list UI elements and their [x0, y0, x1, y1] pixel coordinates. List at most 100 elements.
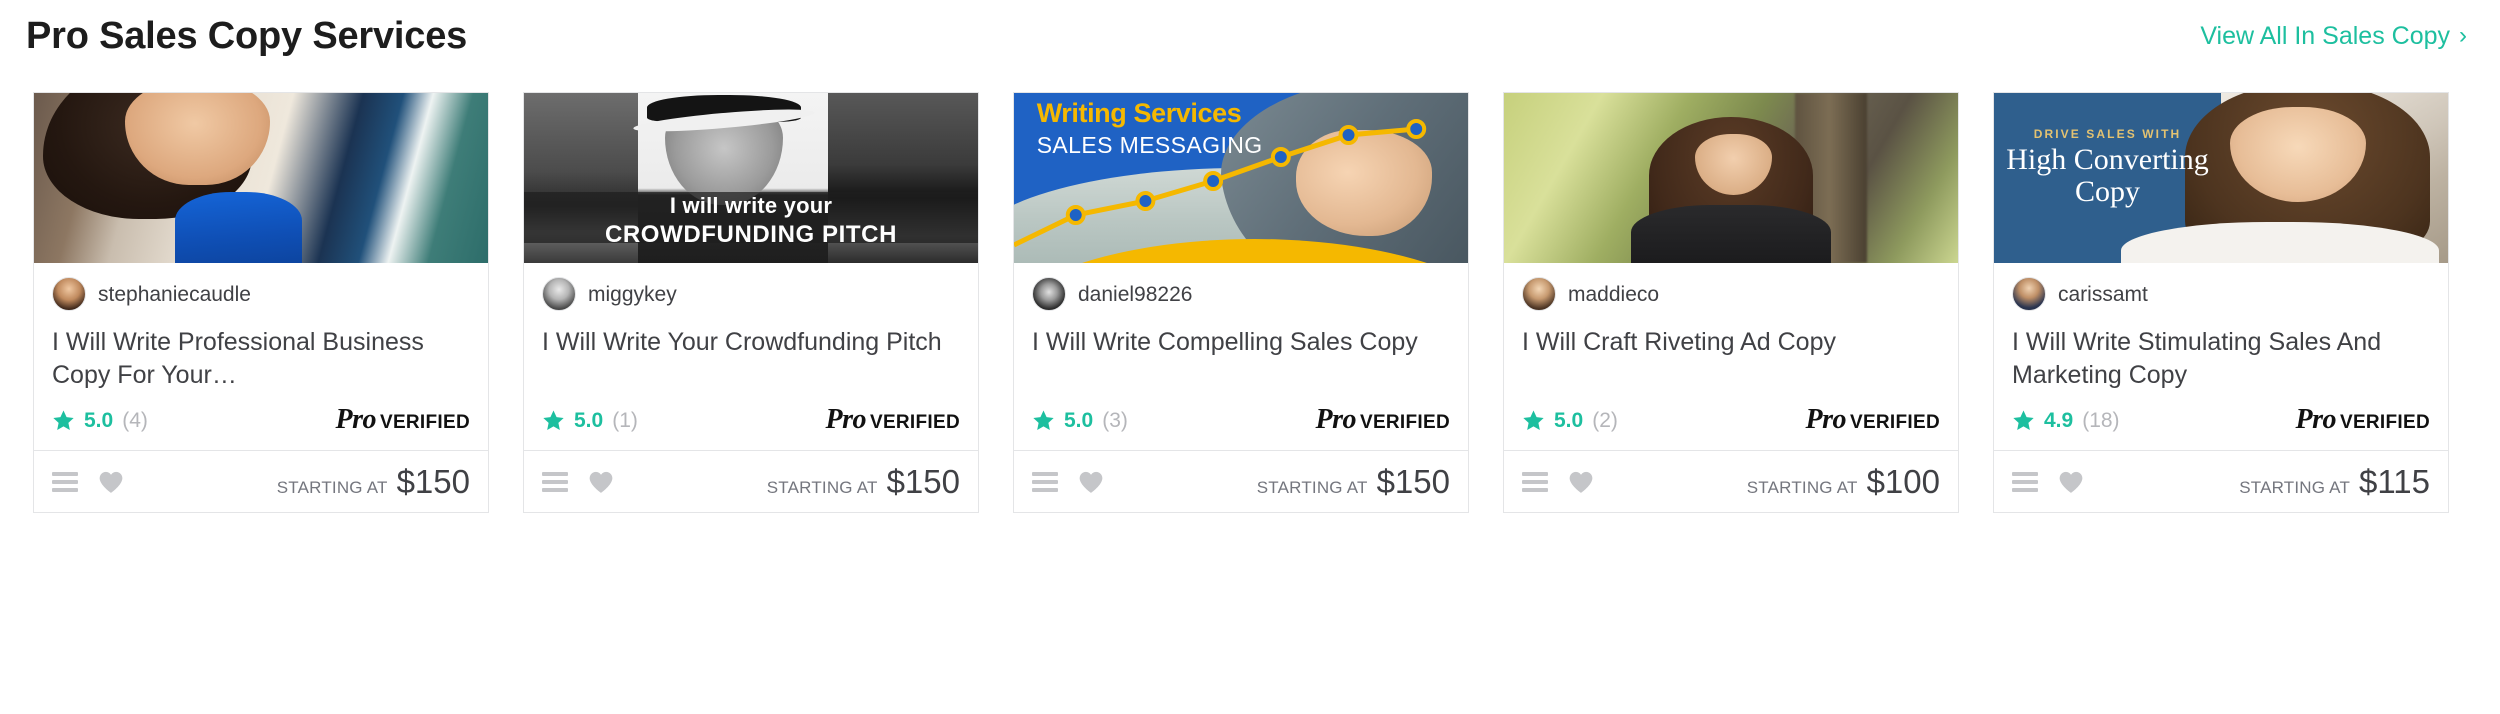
gig-card-footer: STARTING AT $150 [34, 450, 488, 512]
seller-name: maddieco [1568, 282, 1660, 306]
price-group: STARTING AT $115 [2239, 465, 2430, 498]
gig-title[interactable]: I Will Write Your Crowdfunding Pitch [542, 326, 960, 392]
pro-label: Pro [2295, 404, 2336, 435]
pro-label: Pro [825, 404, 866, 435]
cover-caption-line-1: I will write your [669, 193, 833, 219]
gig-card-body: maddieco I Will Craft Riveting Ad Copy 5… [1504, 263, 1958, 450]
cover-art-shape [1631, 205, 1831, 263]
pro-label: Pro [1805, 404, 1846, 435]
heart-icon[interactable] [588, 470, 614, 494]
seller-row[interactable]: miggykey [542, 277, 960, 311]
starting-at-label: STARTING AT [766, 478, 878, 497]
price-amount: $150 [396, 463, 470, 500]
starting-at-label: STARTING AT [2239, 478, 2351, 497]
seller-name: miggykey [588, 282, 677, 306]
rating-score: 4.9 [2044, 408, 2074, 432]
gig-title[interactable]: I Will Write Compelling Sales Copy [1032, 326, 1450, 392]
gig-card[interactable]: Writing Services SALES MESSAGING daniel9… [1013, 92, 1469, 513]
starting-at-label: STARTING AT [276, 478, 388, 497]
rating-group: 5.0 (2) [1522, 409, 1618, 432]
gig-card-body: stephaniecaudle I Will Write Professiona… [34, 263, 488, 450]
cover-caption-line-1: DRIVE SALES WITH [2033, 127, 2182, 141]
gig-title[interactable]: I Will Craft Riveting Ad Copy [1522, 326, 1940, 392]
seller-row[interactable]: daniel98226 [1032, 277, 1450, 311]
pro-label: Pro [1315, 404, 1356, 435]
heart-icon[interactable] [1568, 470, 1594, 494]
gig-title[interactable]: I Will Write Stimulating Sales And Marke… [2012, 326, 2430, 392]
gig-card[interactable]: stephaniecaudle I Will Write Professiona… [33, 92, 489, 513]
starting-at-label: STARTING AT [1256, 478, 1368, 497]
footer-actions [1522, 470, 1594, 494]
section-header: Pro Sales Copy Services View All In Sale… [0, 0, 2500, 72]
price-amount: $150 [886, 463, 960, 500]
footer-actions [2012, 470, 2084, 494]
gig-meta-row: 5.0 (1) Pro VERIFIED [542, 406, 960, 450]
collect-icon[interactable] [52, 471, 78, 492]
page-title: Pro Sales Copy Services [26, 15, 468, 57]
heart-icon[interactable] [98, 470, 124, 494]
seller-name: carissamt [2058, 282, 2148, 306]
star-icon [2013, 410, 2034, 430]
pro-services-carousel: Pro Sales Copy Services View All In Sale… [0, 0, 2500, 714]
gig-cover-image[interactable] [1504, 93, 1958, 263]
verified-label: VERIFIED [2339, 412, 2430, 433]
gig-card-footer: STARTING AT $100 [1504, 450, 1958, 512]
cover-caption-line-2: High Converting Copy [2006, 143, 2209, 209]
verified-label: VERIFIED [1359, 412, 1450, 433]
gig-card-grid: stephaniecaudle I Will Write Professiona… [33, 92, 2467, 513]
collect-icon[interactable] [2012, 471, 2038, 492]
price-group: STARTING AT $100 [1747, 465, 1940, 498]
heart-icon[interactable] [1078, 470, 1104, 494]
verified-label: VERIFIED [379, 412, 470, 433]
gig-card-footer: STARTING AT $150 [524, 450, 978, 512]
footer-actions [52, 470, 124, 494]
gig-cover-image[interactable] [34, 93, 488, 263]
heart-icon[interactable] [2058, 470, 2084, 494]
rating-count: (1) [612, 408, 638, 432]
view-all-label: View All In Sales Copy [2200, 21, 2450, 50]
seller-row[interactable]: carissamt [2012, 277, 2430, 311]
pro-verified-badge: Pro VERIFIED [1315, 406, 1450, 434]
avatar [2012, 277, 2046, 311]
rating-count: (18) [2082, 408, 2120, 432]
price-amount: $100 [1866, 463, 1940, 500]
chevron-right-icon: › [2459, 22, 2467, 49]
rating-count: (3) [1102, 408, 1128, 432]
rating-group: 5.0 (4) [52, 409, 148, 432]
collect-icon[interactable] [1522, 471, 1548, 492]
cover-caption-line-1: Writing Services [1036, 97, 1242, 128]
collect-icon[interactable] [1032, 471, 1058, 492]
gig-meta-row: 5.0 (3) Pro VERIFIED [1032, 406, 1450, 450]
star-icon [1033, 410, 1054, 430]
seller-row[interactable]: maddieco [1522, 277, 1940, 311]
gig-title[interactable]: I Will Write Professional Business Copy … [52, 326, 470, 392]
starting-at-label: STARTING AT [1746, 478, 1858, 497]
gig-card-footer: STARTING AT $115 [1994, 450, 2448, 512]
price-amount: $150 [1376, 463, 1450, 500]
rating-score: 5.0 [1064, 408, 1094, 432]
gig-meta-row: 5.0 (2) Pro VERIFIED [1522, 406, 1940, 450]
gig-card-body: miggykey I Will Write Your Crowdfunding … [524, 263, 978, 450]
avatar [1032, 277, 1066, 311]
rating-score: 5.0 [1554, 408, 1584, 432]
cover-caption-line-2: SALES MESSAGING [1036, 131, 1263, 158]
pro-label: Pro [335, 404, 376, 435]
seller-row[interactable]: stephaniecaudle [52, 277, 470, 311]
footer-actions [542, 470, 614, 494]
gig-cover-image[interactable]: DRIVE SALES WITH High Converting Copy [1994, 93, 2448, 263]
view-all-link[interactable]: View All In Sales Copy › [2200, 21, 2467, 50]
avatar [1522, 277, 1556, 311]
gig-card[interactable]: I will write your CROWDFUNDING PITCH mig… [523, 92, 979, 513]
gig-cover-image[interactable]: I will write your CROWDFUNDING PITCH [524, 93, 978, 263]
rating-count: (2) [1592, 408, 1618, 432]
collect-icon[interactable] [542, 471, 568, 492]
gig-cover-image[interactable]: Writing Services SALES MESSAGING [1014, 93, 1468, 263]
rating-group: 4.9 (18) [2012, 409, 2120, 432]
rating-group: 5.0 (3) [1032, 409, 1128, 432]
avatar [542, 277, 576, 311]
verified-label: VERIFIED [869, 412, 960, 433]
seller-name: stephaniecaudle [98, 282, 251, 306]
star-icon [543, 410, 564, 430]
gig-card[interactable]: maddieco I Will Craft Riveting Ad Copy 5… [1503, 92, 1959, 513]
gig-card[interactable]: DRIVE SALES WITH High Converting Copy ca… [1993, 92, 2449, 513]
